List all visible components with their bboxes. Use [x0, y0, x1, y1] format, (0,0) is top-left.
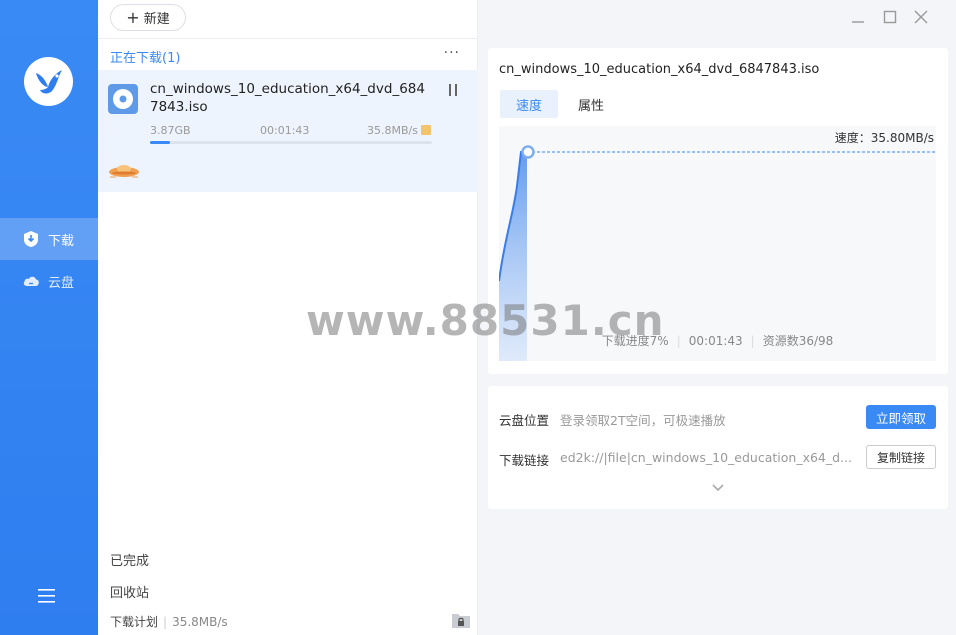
new-task-button[interactable]: + 新建 [110, 4, 186, 31]
download-shield-icon [24, 231, 38, 247]
speed-chart: 速度：35.80MB/s 下载进度7% | 00:01:43 | 资源数36/98 [499, 126, 936, 361]
cloud-location-label: 云盘位置 [499, 413, 550, 428]
download-task-row[interactable]: cn_windows_10_education_x64_dvd_6847843.… [98, 70, 478, 192]
downloading-section-title[interactable]: 正在下载(1) [110, 47, 180, 66]
task-progress-bar [150, 141, 432, 144]
resource-count-text: 资源数36/98 [762, 334, 834, 348]
cloud-card: 云盘位置 登录领取2T空间，可极速播放 立即领取 下载链接 ed2k://|fi… [488, 386, 948, 509]
sidebar-item-label: 下载 [48, 233, 75, 249]
sidebar: 下载 云盘 [0, 0, 98, 635]
pause-icon[interactable] [447, 84, 459, 98]
chevron-down-icon[interactable] [711, 483, 725, 493]
sidebar-item-cloud[interactable]: 云盘 [0, 260, 98, 302]
task-size: 3.87GB [150, 124, 191, 137]
task-file-name: cn_windows_10_education_x64_dvd_6847843.… [150, 81, 425, 115]
download-progress-text: 下载进度7% [601, 334, 669, 348]
download-elapsed-text: 00:01:43 [688, 334, 743, 348]
speed-current-point [521, 145, 535, 159]
download-stats: 下载进度7% | 00:01:43 | 资源数36/98 [601, 334, 834, 348]
maximize-icon[interactable] [882, 9, 898, 25]
hamburger-menu-icon[interactable] [38, 588, 55, 604]
detail-file-title: cn_windows_10_education_x64_dvd_6847843.… [499, 62, 820, 77]
download-list-panel: + 新建 正在下载(1) ··· cn_windows_10_education… [98, 0, 478, 635]
task-progress-fill [150, 141, 170, 144]
minimize-icon[interactable] [850, 9, 866, 25]
close-icon[interactable] [913, 9, 929, 25]
task-elapsed: 00:01:43 [260, 124, 310, 137]
ufo-accelerate-icon[interactable] [106, 158, 142, 182]
speed-card: cn_windows_10_education_x64_dvd_6847843.… [488, 48, 948, 374]
download-link-label: 下载链接 [499, 453, 550, 468]
tab-speed[interactable]: 速度 [500, 90, 558, 118]
download-plan-label: 下载计划 [110, 615, 159, 629]
downloading-section-header: 正在下载(1) ··· [98, 38, 478, 70]
sidebar-item-download[interactable]: 下载 [0, 218, 98, 260]
speed-chart-graph [499, 145, 936, 361]
tab-properties[interactable]: 属性 [562, 90, 620, 118]
download-plan-speed: 35.8MB/s [172, 615, 228, 629]
copy-link-button[interactable]: 复制链接 [866, 445, 936, 469]
new-task-label: 新建 [143, 12, 170, 27]
download-plan[interactable]: 下载计划 | 35.8MB/s [110, 613, 228, 630]
plus-icon: + [126, 7, 140, 27]
disc-file-icon [108, 84, 138, 114]
cloud-icon [23, 276, 39, 286]
lock-folder-icon[interactable] [451, 611, 471, 629]
cloud-location-value: 登录领取2T空间，可极速播放 [560, 413, 726, 428]
sidebar-item-label: 云盘 [48, 275, 75, 291]
download-link-value[interactable]: ed2k://|file|cn_windows_10_education_x64… [560, 450, 856, 465]
completed-link[interactable]: 已完成 [110, 550, 149, 569]
task-speed: 35.8MB/s [367, 124, 418, 137]
bird-logo-icon [36, 70, 62, 94]
current-speed-readout: 速度：35.80MB/s [834, 131, 934, 145]
speed-boost-icon [421, 125, 431, 135]
recycle-bin-link[interactable]: 回收站 [110, 582, 149, 601]
window-controls [846, 0, 956, 34]
more-options-icon[interactable]: ··· [444, 45, 460, 61]
claim-now-button[interactable]: 立即领取 [866, 405, 936, 429]
detail-panel: cn_windows_10_education_x64_dvd_6847843.… [478, 0, 956, 635]
app-logo [24, 57, 73, 106]
